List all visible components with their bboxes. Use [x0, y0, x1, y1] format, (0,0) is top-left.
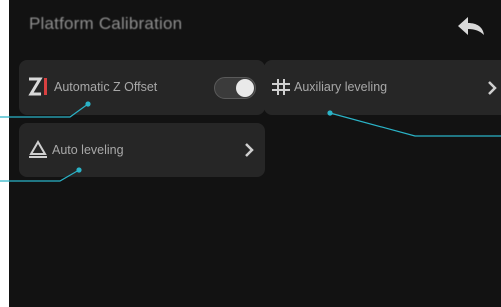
callout-line-aux-leveling	[329, 112, 501, 137]
callout-dot-auto-leveling	[76, 167, 82, 173]
callout-lines	[0, 101, 501, 182]
callout-line-auto-z	[0, 103, 89, 118]
callout-line-auto-leveling	[0, 169, 80, 182]
callout-dot-aux-leveling	[327, 110, 333, 116]
callout-dot-auto-z	[85, 101, 91, 107]
